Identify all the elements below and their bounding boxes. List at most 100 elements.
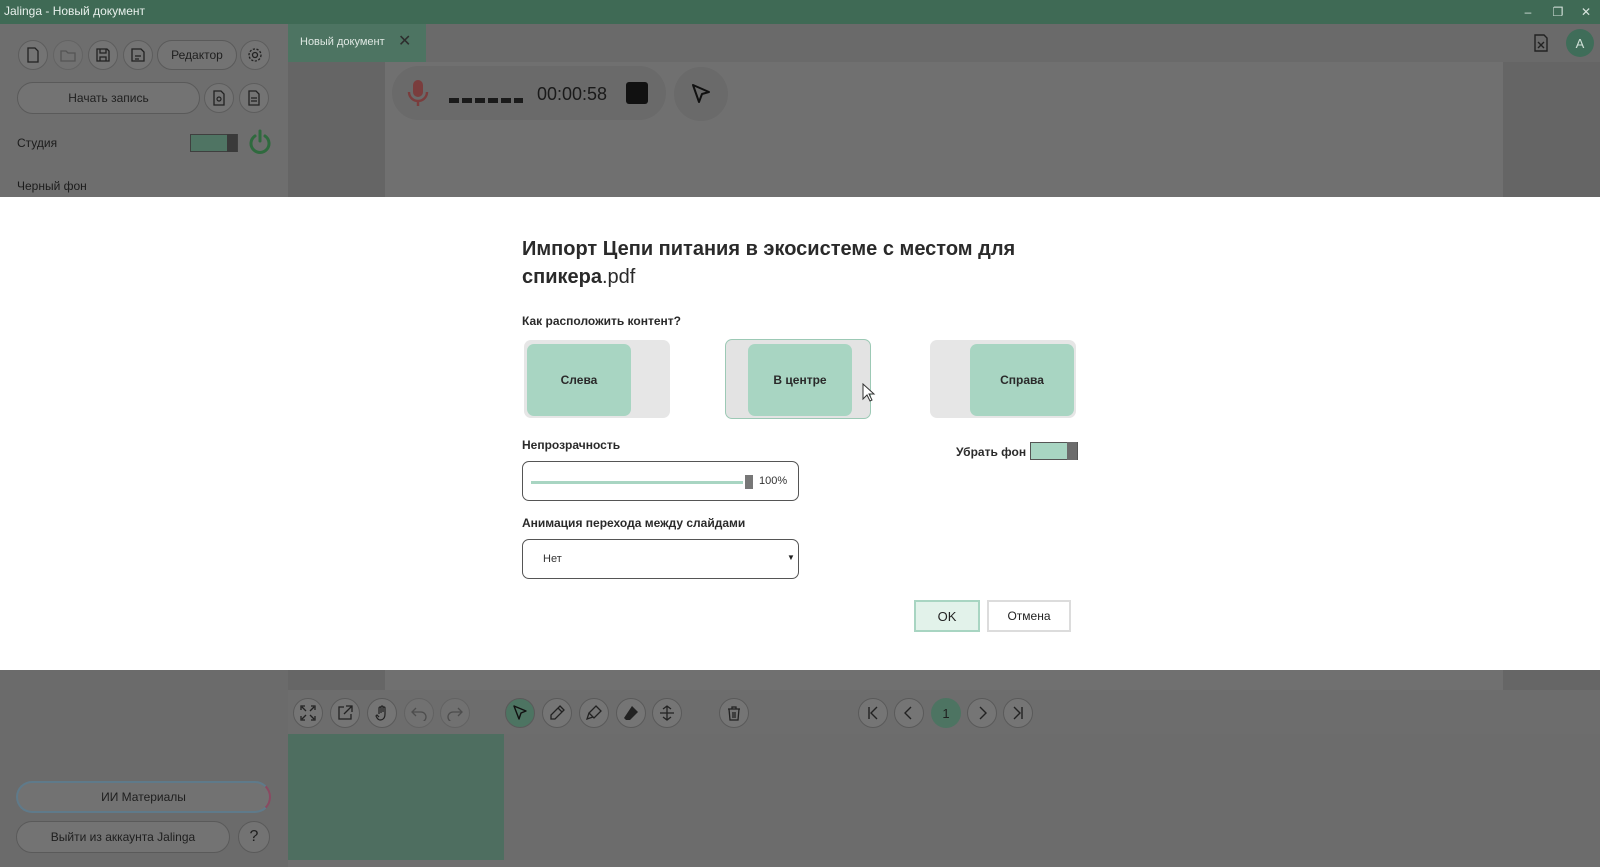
- help-button[interactable]: ?: [238, 821, 270, 853]
- trash-icon: [728, 706, 740, 721]
- layout-option-label: В центре: [748, 344, 852, 416]
- recorder-timer: 00:00:58: [537, 84, 608, 104]
- slide-thumbnail[interactable]: [288, 734, 504, 860]
- layout-question-label: Как расположить контент?: [522, 314, 681, 328]
- open-external-button[interactable]: [330, 698, 360, 728]
- undo-icon: [411, 707, 427, 721]
- dialog-title-extension: .pdf: [601, 266, 636, 288]
- power-icon: [249, 129, 271, 154]
- recorder-bar: [392, 66, 666, 120]
- last-page-button[interactable]: [1003, 698, 1033, 728]
- power-button[interactable]: [246, 128, 274, 156]
- dialog-title-main: Импорт Цепи питания в экосистеме с место…: [522, 238, 1016, 288]
- shapes-tool-button[interactable]: [652, 698, 682, 728]
- minimize-icon[interactable]: –: [1518, 2, 1538, 22]
- remove-background-toggle[interactable]: [1030, 442, 1078, 460]
- save-icon: [96, 48, 110, 62]
- tab-new-document[interactable]: Новый документ ✕: [288, 24, 426, 62]
- gear-icon: [248, 48, 262, 62]
- close-tab-icon[interactable]: ✕: [398, 34, 411, 50]
- eraser-icon: [624, 706, 638, 720]
- align-icon: [660, 705, 674, 721]
- layout-option-label: Справа: [970, 344, 1074, 416]
- avatar[interactable]: A: [1566, 29, 1594, 57]
- window-titlebar: Jalinga - Новый документ – ❐ ✕: [0, 0, 1600, 24]
- layout-option-label: Слева: [527, 344, 631, 416]
- mouse-pointer-icon: [862, 383, 876, 402]
- layout-option-right[interactable]: Справа: [930, 340, 1076, 418]
- pen-icon: [550, 705, 565, 720]
- expand-icon: [300, 705, 316, 721]
- animation-select[interactable]: Нет ▼: [522, 539, 799, 579]
- save-button[interactable]: [88, 40, 118, 70]
- previous-page-button[interactable]: [894, 698, 924, 728]
- restore-icon[interactable]: ❐: [1548, 2, 1568, 22]
- canvas-bottom-page: [385, 670, 1503, 690]
- ai-materials-button[interactable]: ИИ Материалы: [16, 781, 271, 813]
- highlighter-icon: [586, 705, 602, 721]
- external-link-icon: [338, 705, 353, 720]
- open-folder-button[interactable]: [53, 40, 83, 70]
- fullscreen-button[interactable]: [293, 698, 323, 728]
- eraser-tool-button[interactable]: [616, 698, 646, 728]
- black-background-label: Черный фон: [17, 179, 87, 193]
- folder-icon: [60, 50, 76, 62]
- new-document-button[interactable]: [18, 40, 48, 70]
- tab-label: Новый документ: [300, 36, 385, 48]
- settings-button[interactable]: [240, 40, 270, 70]
- document-icon: [248, 90, 260, 106]
- undo-button[interactable]: [404, 698, 434, 728]
- pointer-mode-button[interactable]: [674, 67, 728, 121]
- audio-level-meter: [449, 98, 523, 103]
- select-tool-button[interactable]: [505, 698, 535, 728]
- close-window-icon[interactable]: ✕: [1576, 2, 1596, 22]
- marker-tool-button[interactable]: [579, 698, 609, 728]
- pen-tool-button[interactable]: [542, 698, 572, 728]
- last-page-icon: [1013, 706, 1023, 720]
- thumbnail-strip: [504, 734, 1600, 860]
- export-icon[interactable]: [1530, 32, 1552, 54]
- stop-recording-button[interactable]: [626, 82, 648, 104]
- hand-icon: [375, 705, 386, 721]
- ok-button[interactable]: OK: [914, 600, 980, 632]
- chevron-left-icon: [904, 706, 912, 720]
- start-recording-button[interactable]: Начать запись: [17, 82, 200, 114]
- first-page-icon: [868, 706, 878, 720]
- hand-tool-button[interactable]: [367, 698, 397, 728]
- opacity-label: Непрозрачность: [522, 438, 621, 452]
- remove-background-label: Убрать фон: [956, 445, 1027, 459]
- editor-button[interactable]: Редактор: [157, 40, 237, 70]
- new-file-icon: [27, 47, 39, 63]
- cursor-icon: [692, 84, 710, 103]
- dialog-title: Импорт Цепи питания в экосистеме с место…: [522, 235, 1082, 291]
- cursor-icon: [513, 705, 527, 720]
- studio-toggle[interactable]: [190, 134, 238, 152]
- chevron-right-icon: [979, 706, 987, 720]
- logout-button[interactable]: Выйти из аккаунта Jalinga: [16, 821, 230, 853]
- redo-icon: [447, 707, 463, 721]
- delete-button[interactable]: [719, 698, 749, 728]
- save-as-button[interactable]: [123, 40, 153, 70]
- window-title: Jalinga - Новый документ: [4, 4, 146, 18]
- layout-option-left[interactable]: Слева: [524, 340, 670, 418]
- studio-label: Студия: [17, 136, 58, 150]
- opacity-slider-box: 100%: [522, 461, 799, 501]
- opacity-slider-thumb[interactable]: [745, 475, 753, 489]
- record-settings-button[interactable]: [204, 83, 234, 113]
- microphone-icon[interactable]: [405, 78, 431, 108]
- record-file-button[interactable]: [239, 83, 269, 113]
- opacity-slider-track[interactable]: [531, 481, 743, 484]
- animation-label: Анимация перехода между слайдами: [522, 516, 746, 530]
- first-page-button[interactable]: [858, 698, 888, 728]
- import-dialog: Импорт Цепи питания в экосистеме с место…: [0, 197, 1600, 670]
- save-as-icon: [131, 48, 145, 62]
- dropdown-caret-icon: ▼: [787, 553, 795, 562]
- file-gear-icon: [213, 90, 225, 106]
- next-page-button[interactable]: [967, 698, 997, 728]
- current-page-indicator[interactable]: 1: [931, 698, 961, 728]
- tab-bar: [288, 24, 1600, 62]
- redo-button[interactable]: [440, 698, 470, 728]
- layout-option-center[interactable]: В центре: [725, 339, 871, 419]
- animation-selected-value: Нет: [543, 553, 562, 565]
- cancel-button[interactable]: Отмена: [987, 600, 1071, 632]
